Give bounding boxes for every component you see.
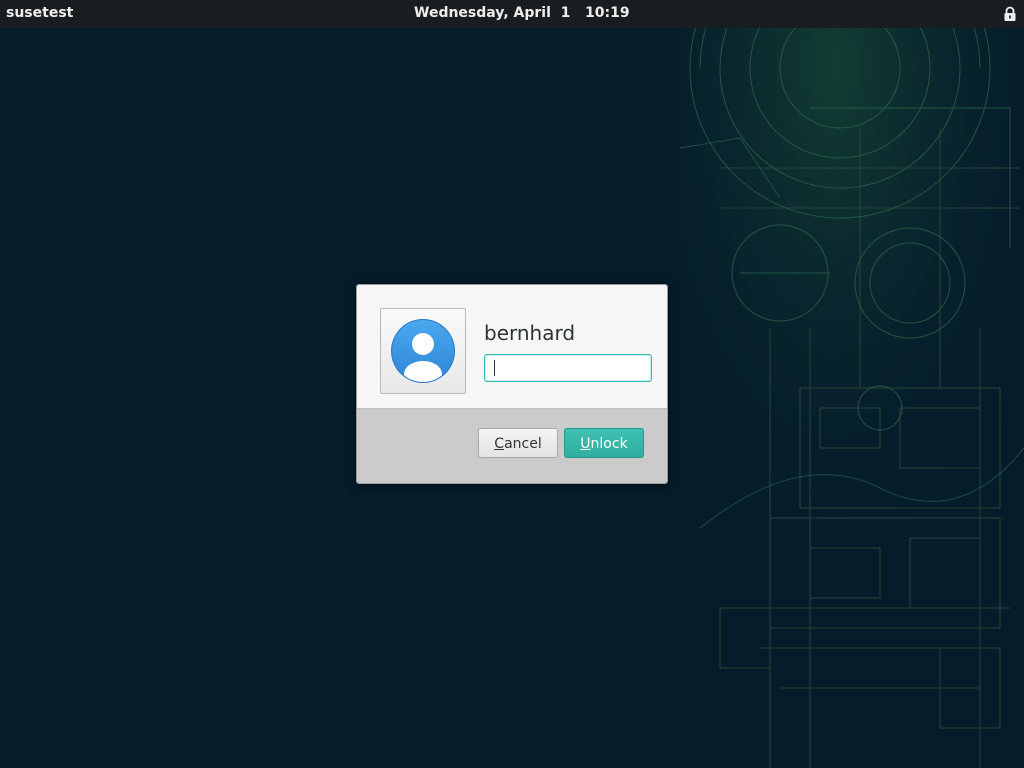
avatar (380, 308, 466, 394)
cancel-label: ancel (504, 436, 542, 452)
lock-screen-desktop: susetest Wednesday, April 1 10:19 bernha… (0, 0, 1024, 768)
password-field[interactable] (484, 354, 652, 382)
lock-icon[interactable] (1002, 6, 1018, 22)
username-label: bernhard (484, 321, 576, 345)
dialog-body: bernhard (357, 285, 667, 409)
clock-time: 10:19 (585, 5, 630, 21)
cancel-button[interactable]: Cancel (478, 428, 558, 458)
cancel-mnemonic: C (494, 436, 505, 452)
unlock-label: nlock (590, 436, 628, 452)
unlock-mnemonic: U (580, 436, 591, 452)
user-avatar-icon (391, 319, 455, 383)
clock[interactable]: Wednesday, April 1 10:19 (414, 5, 630, 21)
text-caret (494, 360, 495, 376)
top-bar: susetest Wednesday, April 1 10:19 (0, 0, 1024, 28)
dialog-button-bar: Cancel Unlock (357, 409, 667, 483)
wallpaper-blueprint-art (680, 28, 1024, 768)
unlock-dialog: bernhard Cancel Unlock (356, 284, 668, 484)
hostname-label: susetest (6, 5, 74, 21)
clock-date: Wednesday, April 1 (414, 5, 571, 21)
unlock-button[interactable]: Unlock (564, 428, 644, 458)
